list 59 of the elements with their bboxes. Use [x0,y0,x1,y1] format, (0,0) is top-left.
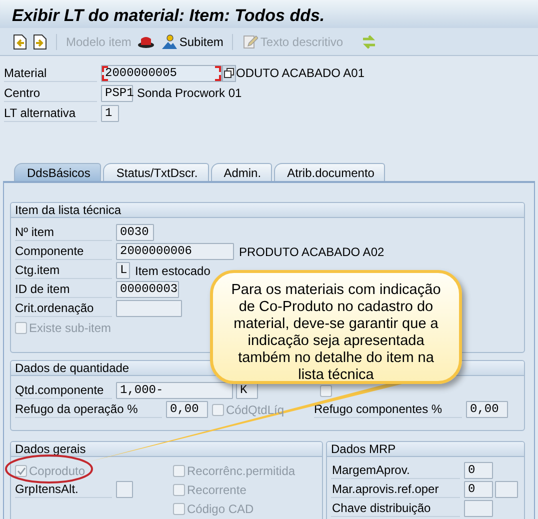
checkbox-label: Recorrênc.permitida [187,464,296,478]
field-label: Qtd.componente [15,382,112,399]
input-field[interactable]: 0030 [116,224,154,241]
checkbox-label: Coproduto [29,464,86,478]
hat-icon [137,34,156,48]
callout: Para os materiais com indicação de Co-Produto no cadastro do material, deve-se garantir que a indicação seja apresentada também no detalhe do item na lista técnica [210,270,462,384]
checkbox-label: CódQtdLíq [226,402,284,416]
input-field[interactable]: PSP1 [101,84,133,102]
input-field[interactable]: 00000003 [116,281,179,298]
tab[interactable]: Status/TxtDscr. [103,163,209,181]
person-icon [161,34,178,50]
toolbar-button[interactable]: Subitem [158,32,226,52]
input-field[interactable]: 0,00 [166,401,208,418]
swap-arrows-icon [361,34,378,50]
field-description: Sonda Procwork 01 [137,86,242,100]
checkbox-label: Recorrente [187,482,246,496]
document-arrow-icon [33,34,47,50]
field-label: MargemAprov. [331,462,460,479]
input-field[interactable] [464,500,493,517]
value-help-button[interactable] [222,64,236,82]
field-description: ODUTO ACABADO A01 [236,66,364,80]
field-label: Nº item [15,224,112,241]
field-description: Item estocado [135,264,210,278]
copy-icon [224,68,234,78]
input-field[interactable] [116,481,133,498]
group-title: Dados MRP [327,442,524,457]
input-field[interactable]: L [116,262,130,279]
input-field[interactable]: 1,000- [116,382,233,399]
tab[interactable]: DdsBásicos [14,163,102,181]
group-title: Dados gerais [11,442,322,457]
field-description: PRODUTO ACABADO A02 [239,244,384,258]
field-label: Chave distribuição [331,500,460,517]
field-label: GrpItensAlt. [15,481,112,498]
input-field[interactable]: 1 [101,104,119,122]
input-field[interactable]: 2000000005 [101,64,222,82]
field-label: Material [4,64,97,82]
checkbox-label: Existe sub-item [29,320,112,334]
input-field[interactable] [116,300,182,317]
input-field[interactable]: 2000000006 [116,243,234,260]
field-label: ID de item [15,281,112,298]
field-label: Mar.aprovis.ref.oper [331,481,460,498]
group-title: Item da lista técnica [11,203,524,218]
pencil-icon [242,34,258,50]
input-field[interactable]: 0,00 [466,401,508,418]
tab[interactable]: Atrib.documento [274,163,386,181]
check-icon [16,466,26,474]
field-label: Refugo da operação % [15,401,162,418]
checkbox-label: Código CAD [187,502,254,516]
input-field[interactable]: 0 [464,481,493,498]
field-label: Ctg.item [15,262,112,279]
document-arrow-icon [13,34,27,50]
field-label: Componente [15,243,112,260]
input-field[interactable] [495,481,518,498]
field-label: LT alternativa [4,104,97,122]
tab[interactable]: Admin. [210,163,272,181]
field-label: Centro [4,84,97,102]
input-field[interactable]: 0 [464,462,493,479]
window-title: Exibir LT do material: Item: Todos dds. [0,0,538,28]
field-label: Crit.ordenação [15,300,112,317]
